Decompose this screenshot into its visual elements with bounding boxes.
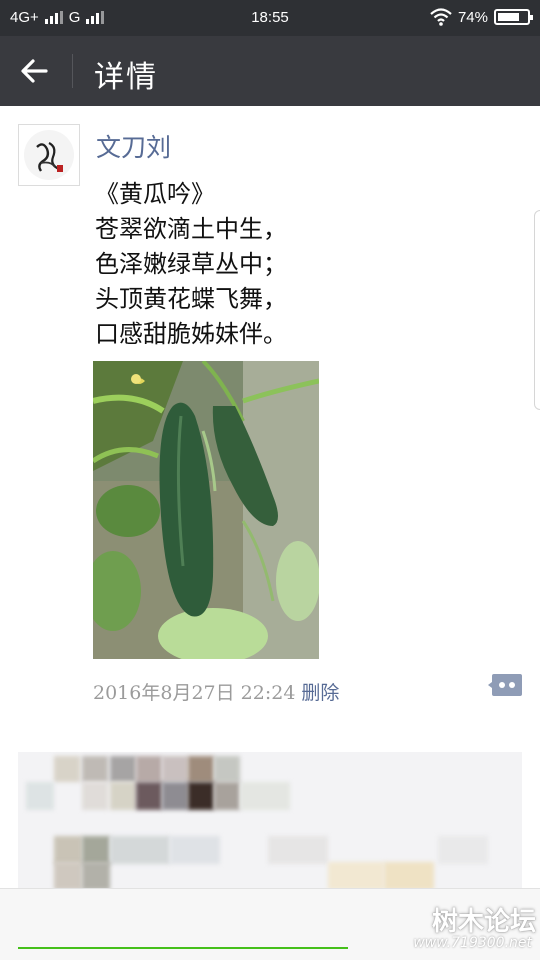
blur-block [82,862,110,890]
blur-block [384,862,434,890]
blur-block [328,862,384,890]
blur-block [110,756,136,782]
blur-block [162,756,188,782]
comment-button[interactable] [488,672,522,700]
blur-block [82,782,108,810]
bottom-input-bar: 树木论坛 www.719300.net [0,888,540,960]
author-name[interactable]: 文刀刘 [96,128,171,164]
avatar[interactable] [18,124,80,186]
blur-block [110,782,136,810]
status-bar: 4G+ G 18:55 74% [0,0,540,36]
cucumber-photo-image [93,361,319,659]
wifi-icon [430,8,452,26]
blur-block [82,756,108,782]
blur-block [54,756,80,782]
page-title: 详情 [94,60,158,95]
delete-link[interactable]: 删除 [301,682,339,704]
post-photo-cucumber[interactable] [93,361,319,659]
blur-block [82,836,110,864]
header-divider [72,54,73,88]
calligraphy-avatar-icon [24,130,74,180]
blur-block [438,836,488,864]
post-text: 《黄瓜吟》 苍翠欲滴土中生， 色泽嫩绿草丛中； 头顶黄花蝶飞舞， 口感甜脆姊妹伴… [95,180,287,348]
battery-icon [494,9,533,25]
battery-fill [498,13,519,21]
post-date: 2016年8月27日 22:24 [93,682,296,704]
comments-area-blurred [18,752,522,892]
back-button[interactable] [16,54,56,88]
blur-block [214,756,240,782]
comment-dots-icon [488,674,522,696]
watermark-logo: 树木论坛 [431,907,536,937]
blur-block [136,782,162,810]
scroll-edge-decoration [534,210,540,410]
blur-block [110,836,170,864]
blur-block [162,782,188,810]
blur-block [240,782,290,810]
blur-block [54,836,82,864]
blur-block [170,836,220,864]
battery-percent: 74% [457,8,488,26]
blur-block [136,756,162,782]
blur-block [54,862,82,890]
post-meta: 2016年8月27日 22:24 删除 [93,678,339,705]
blur-block [188,782,214,810]
watermark-url: www.719300.net [413,935,532,951]
comment-input[interactable] [18,947,348,949]
arrow-left-icon [21,59,48,83]
status-right: 74% [430,8,533,26]
blur-block [214,782,240,810]
blur-block [26,782,54,810]
blur-block [188,756,214,782]
blur-block [268,836,328,864]
title-bar: 详情 [0,36,540,106]
